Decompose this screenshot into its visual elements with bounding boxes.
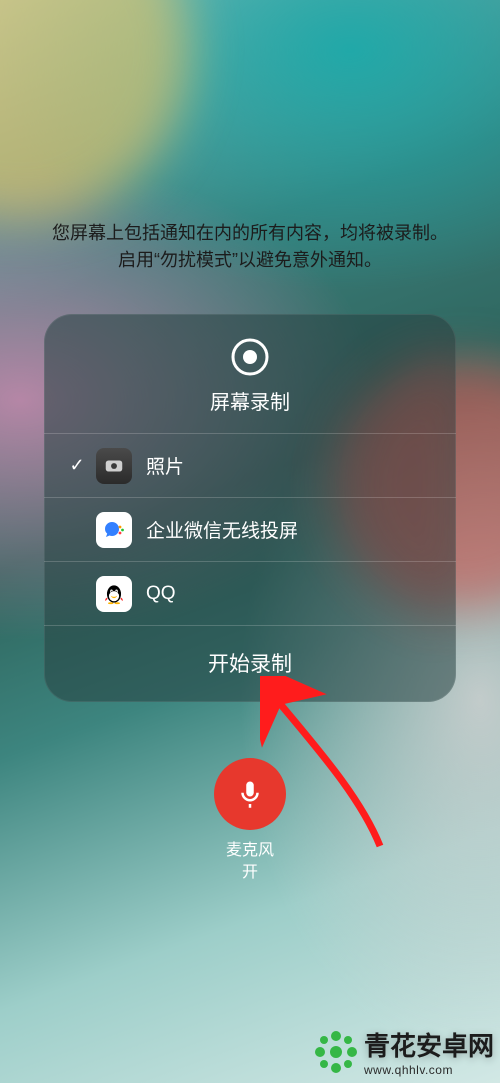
watermark-logo-icon — [314, 1030, 358, 1074]
option-label: 企业微信无线投屏 — [146, 516, 298, 543]
destination-option-photos[interactable]: ✓ 照片 — [44, 434, 456, 498]
sheet-header: 屏幕录制 — [44, 314, 456, 434]
watermark-brand: 青花安卓网 — [364, 1026, 494, 1063]
sheet-title: 屏幕录制 — [44, 386, 456, 415]
wecom-app-icon — [96, 512, 132, 548]
watermark: 青花安卓网 www.qhhlv.com — [314, 1026, 494, 1077]
recording-disclaimer: 您屏幕上包括通知在内的所有内容，均将被录制。 启用“勿扰模式”以避免意外通知。 — [0, 220, 500, 274]
screen-recording-sheet: 屏幕录制 ✓ 照片 ✓ 企业微信无线投屏 ✓ — [44, 314, 456, 702]
qq-app-icon — [96, 576, 132, 612]
option-label: 照片 — [146, 452, 184, 479]
option-label: QQ — [146, 583, 176, 605]
microphone-status-label: 麦克风 开 — [0, 840, 500, 883]
photos-app-icon — [96, 448, 132, 484]
watermark-url: www.qhhlv.com — [364, 1063, 494, 1077]
checkmark-icon: ✓ — [64, 455, 90, 476]
microphone-button[interactable] — [214, 758, 286, 830]
destination-option-wecom[interactable]: ✓ 企业微信无线投屏 — [44, 498, 456, 562]
microphone-toggle[interactable]: 麦克风 开 — [0, 758, 500, 883]
microphone-icon — [235, 779, 265, 809]
start-recording-button[interactable]: 开始录制 — [44, 626, 456, 702]
destination-option-qq[interactable]: ✓ QQ — [44, 562, 456, 626]
record-icon — [231, 338, 269, 376]
